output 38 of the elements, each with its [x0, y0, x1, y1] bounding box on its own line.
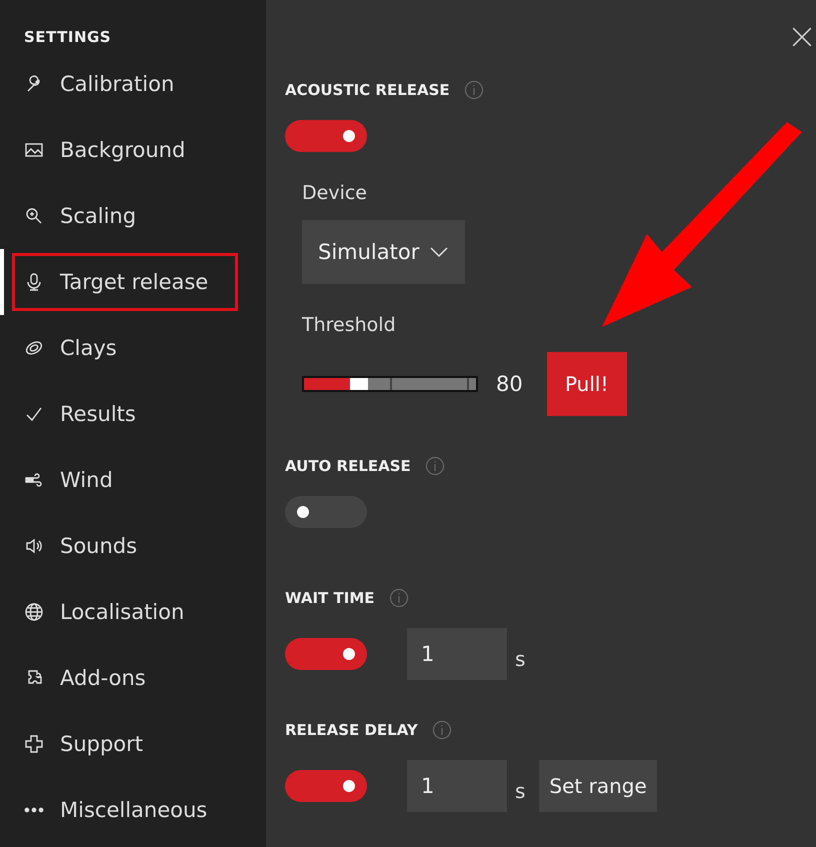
toggle-switch[interactable]	[285, 496, 367, 528]
threshold-value: 80	[496, 372, 523, 396]
number-field[interactable]: 1	[407, 760, 507, 812]
set-range-button[interactable]: Set range	[539, 760, 657, 812]
section-title: WAIT TIME	[285, 589, 375, 607]
close-icon[interactable]	[791, 26, 813, 48]
sidebar-item[interactable]: Wind	[0, 447, 266, 513]
cross-icon	[24, 734, 44, 754]
section-title: ACOUSTIC RELEASE	[285, 81, 450, 99]
settings-title: SETTINGS	[24, 28, 112, 46]
toggle-switch[interactable]	[285, 770, 367, 802]
sidebar-item[interactable]: Support	[0, 711, 266, 777]
unit-label: s	[515, 779, 526, 803]
sidebar-item[interactable]: Localisation	[0, 579, 266, 645]
device-dropdown[interactable]: Simulator	[302, 220, 466, 284]
sidebar-item[interactable]: Background	[0, 117, 266, 183]
unit-label: s	[515, 647, 526, 671]
sidebar-item[interactable]: Add-ons	[0, 645, 266, 711]
sidebar-item[interactable]: Sounds	[0, 513, 266, 579]
globe-icon	[24, 602, 44, 622]
field-label: Device	[302, 182, 368, 204]
dots-icon	[24, 807, 44, 813]
section-title: RELEASE DELAY	[285, 721, 418, 739]
threshold-meter[interactable]	[302, 376, 478, 392]
pull-button[interactable]: Pull!	[546, 352, 627, 416]
sidebar-item[interactable]: Results	[0, 381, 266, 447]
toggle-switch[interactable]	[285, 120, 367, 152]
sidebar-item[interactable]: Scaling	[0, 183, 266, 249]
number-field[interactable]: 1	[407, 628, 507, 680]
sidebar-item[interactable]: Calibration	[0, 51, 266, 117]
field-label: Threshold	[302, 314, 397, 336]
toggle-switch[interactable]	[285, 638, 367, 670]
sidebar-item[interactable]: Clays	[0, 315, 266, 381]
speaker-icon	[24, 536, 44, 556]
section-title: AUTO RELEASE	[285, 457, 411, 475]
zoom-icon	[24, 206, 44, 226]
chevron-down-icon	[429, 246, 450, 258]
sidebar-item[interactable]: Miscellaneous	[0, 777, 266, 843]
